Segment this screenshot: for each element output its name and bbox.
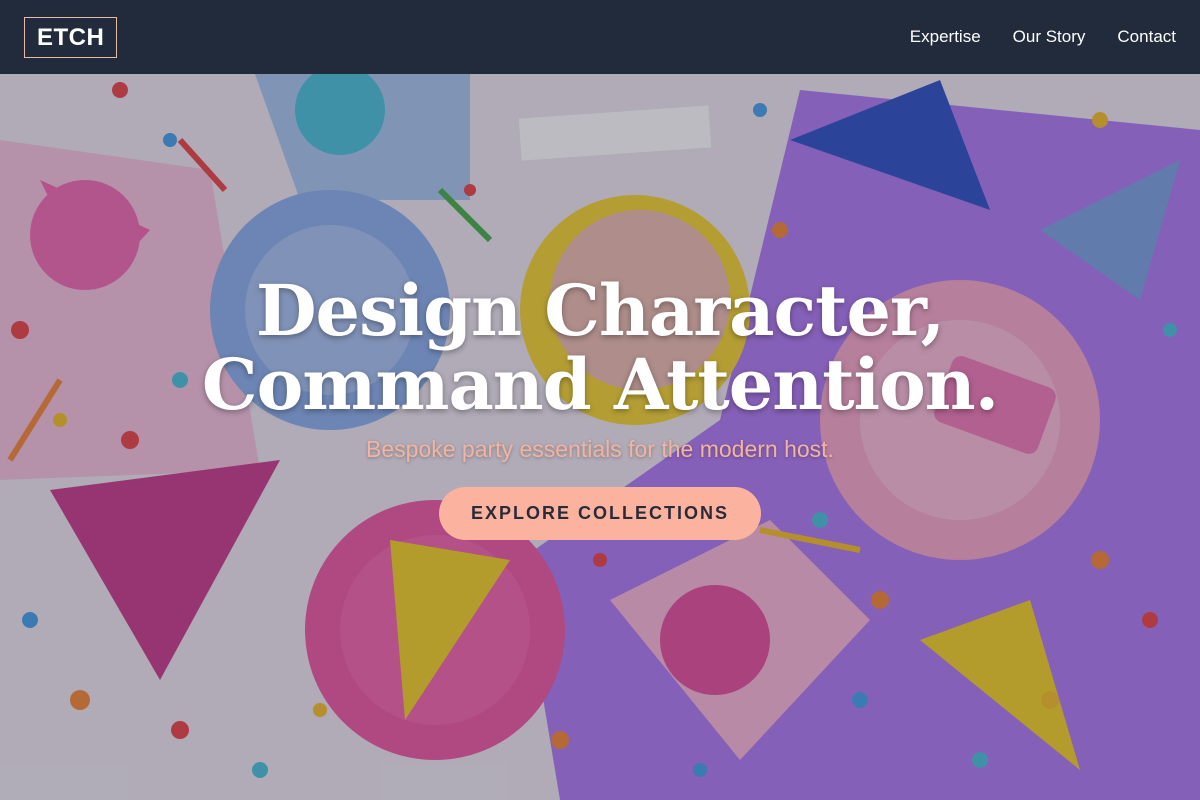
- explore-collections-button[interactable]: EXPLORE COLLECTIONS: [438, 487, 762, 540]
- nav-link-expertise[interactable]: Expertise: [910, 27, 981, 47]
- hero-title: Design Character, Command Attention.: [0, 274, 1200, 422]
- hero-section: Design Character, Command Attention. Bes…: [0, 274, 1200, 540]
- hero-subtitle: Bespoke party essentials for the modern …: [366, 436, 834, 462]
- top-navbar: ETCH Expertise Our Story Contact: [0, 0, 1200, 74]
- hero-title-line-2: Command Attention.: [201, 343, 999, 426]
- nav-link-our-story[interactable]: Our Story: [1013, 27, 1086, 47]
- nav-links: Expertise Our Story Contact: [910, 27, 1176, 47]
- landing-page: ETCH Expertise Our Story Contact Design …: [0, 0, 1200, 800]
- hero-title-line-1: Design Character,: [255, 269, 945, 352]
- nav-link-contact[interactable]: Contact: [1117, 27, 1176, 47]
- brand-logo[interactable]: ETCH: [24, 16, 118, 58]
